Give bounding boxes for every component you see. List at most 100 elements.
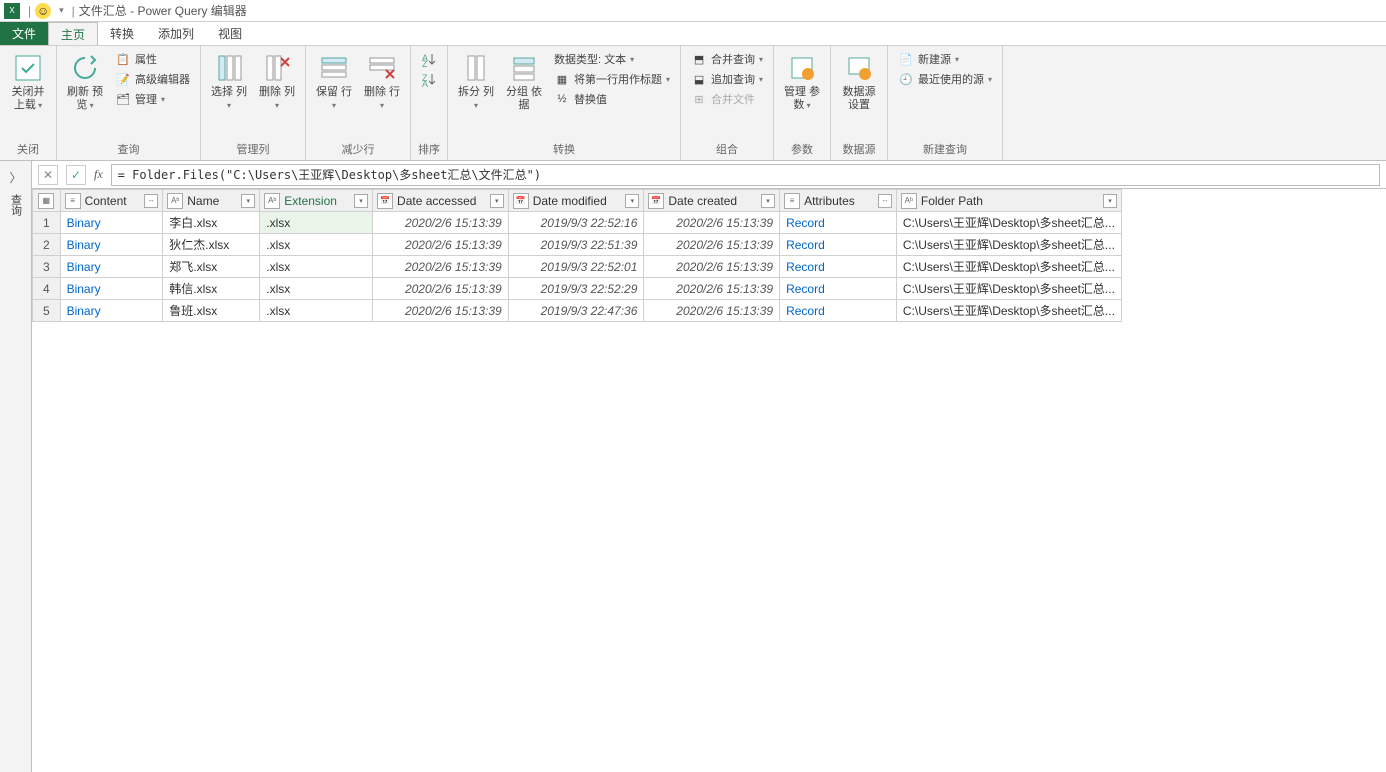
cell-folder-path[interactable]: C:\Users\王亚辉\Desktop\多sheet汇总... xyxy=(896,212,1121,234)
cell-date-modified[interactable]: 2019/9/3 22:52:01 xyxy=(508,256,644,278)
cell-folder-path[interactable]: C:\Users\王亚辉\Desktop\多sheet汇总... xyxy=(896,278,1121,300)
properties-button[interactable]: 📋属性 xyxy=(111,50,194,68)
filter-icon[interactable]: ▾ xyxy=(490,194,504,208)
advanced-editor-button[interactable]: 📝高级编辑器 xyxy=(111,70,194,88)
sort-desc-button[interactable]: ZA xyxy=(417,70,441,88)
datasource-settings-button[interactable]: 数据源 设置 xyxy=(837,50,881,114)
cell-date-modified[interactable]: 2019/9/3 22:51:39 xyxy=(508,234,644,256)
remove-columns-button[interactable]: 删除 列 xyxy=(255,50,299,114)
queries-pane-label[interactable]: 查询 xyxy=(8,194,24,216)
table-row[interactable]: 4Binary韩信.xlsx.xlsx2020/2/6 15:13:392019… xyxy=(33,278,1122,300)
cell-attributes[interactable]: Record xyxy=(780,300,897,322)
table-row[interactable]: 1Binary李白.xlsx.xlsx2020/2/6 15:13:392019… xyxy=(33,212,1122,234)
data-grid[interactable]: ▦ ≡Content↔ AᵇName▾ AᵇExtension▾ 📅Date a… xyxy=(32,189,1386,772)
cell-date-accessed[interactable]: 2020/2/6 15:13:39 xyxy=(373,212,509,234)
table-row[interactable]: 2Binary狄仁杰.xlsx.xlsx2020/2/6 15:13:39201… xyxy=(33,234,1122,256)
merge-queries-button[interactable]: ⬒合并查询 xyxy=(687,50,767,68)
cell-date-modified[interactable]: 2019/9/3 22:52:16 xyxy=(508,212,644,234)
cell-attributes[interactable]: Record xyxy=(780,234,897,256)
cell-date-created[interactable]: 2020/2/6 15:13:39 xyxy=(644,212,780,234)
replace-values-button[interactable]: ½替换值 xyxy=(550,90,674,108)
cell-extension[interactable]: .xlsx xyxy=(260,300,373,322)
corner-header[interactable]: ▦ xyxy=(33,190,61,212)
manage-parameters-button[interactable]: 管理 参数 xyxy=(780,50,824,114)
cell-attributes[interactable]: Record xyxy=(780,278,897,300)
tab-addcolumn[interactable]: 添加列 xyxy=(146,22,206,45)
row-number[interactable]: 1 xyxy=(33,212,61,234)
cell-date-accessed[interactable]: 2020/2/6 15:13:39 xyxy=(373,234,509,256)
expand-icon[interactable]: ↔ xyxy=(878,194,892,208)
row-number[interactable]: 2 xyxy=(33,234,61,256)
col-extension[interactable]: AᵇExtension▾ xyxy=(260,190,373,212)
close-load-button[interactable]: 关闭并 上载 xyxy=(6,50,50,114)
table-row[interactable]: 3Binary郑飞.xlsx.xlsx2020/2/6 15:13:392019… xyxy=(33,256,1122,278)
cell-date-accessed[interactable]: 2020/2/6 15:13:39 xyxy=(373,300,509,322)
filter-icon[interactable]: ▾ xyxy=(1103,194,1117,208)
cell-folder-path[interactable]: C:\Users\王亚辉\Desktop\多sheet汇总... xyxy=(896,256,1121,278)
cell-date-created[interactable]: 2020/2/6 15:13:39 xyxy=(644,278,780,300)
cell-extension[interactable]: .xlsx xyxy=(260,212,373,234)
cell-date-accessed[interactable]: 2020/2/6 15:13:39 xyxy=(373,278,509,300)
cell-name[interactable]: 李白.xlsx xyxy=(163,212,260,234)
cell-content[interactable]: Binary xyxy=(60,212,163,234)
manage-button[interactable]: 🗂管理 xyxy=(111,90,194,108)
group-by-button[interactable]: 分组 依据 xyxy=(502,50,546,114)
choose-columns-button[interactable]: 选择 列 xyxy=(207,50,251,114)
table-row[interactable]: 5Binary鲁班.xlsx.xlsx2020/2/6 15:13:392019… xyxy=(33,300,1122,322)
cell-name[interactable]: 韩信.xlsx xyxy=(163,278,260,300)
cell-date-accessed[interactable]: 2020/2/6 15:13:39 xyxy=(373,256,509,278)
col-name[interactable]: AᵇName▾ xyxy=(163,190,260,212)
cell-attributes[interactable]: Record xyxy=(780,212,897,234)
tab-home[interactable]: 主页 xyxy=(48,22,98,45)
tab-view[interactable]: 视图 xyxy=(206,22,254,45)
cell-extension[interactable]: .xlsx xyxy=(260,234,373,256)
split-column-button[interactable]: 拆分 列 xyxy=(454,50,498,114)
cell-date-modified[interactable]: 2019/9/3 22:52:29 xyxy=(508,278,644,300)
cell-content[interactable]: Binary xyxy=(60,256,163,278)
cell-attributes[interactable]: Record xyxy=(780,256,897,278)
col-folder-path[interactable]: AᵇFolder Path▾ xyxy=(896,190,1121,212)
row-number[interactable]: 3 xyxy=(33,256,61,278)
cell-date-created[interactable]: 2020/2/6 15:13:39 xyxy=(644,234,780,256)
smile-icon[interactable]: ☺ xyxy=(35,3,51,19)
refresh-preview-button[interactable]: 刷新 预览 xyxy=(63,50,107,114)
col-content[interactable]: ≡Content↔ xyxy=(60,190,163,212)
data-type-button[interactable]: 数据类型: 文本 xyxy=(550,50,674,68)
cell-extension[interactable]: .xlsx xyxy=(260,278,373,300)
cell-name[interactable]: 鲁班.xlsx xyxy=(163,300,260,322)
sort-asc-button[interactable]: AZ xyxy=(417,50,441,68)
col-attributes[interactable]: ≡Attributes↔ xyxy=(780,190,897,212)
cell-date-modified[interactable]: 2019/9/3 22:47:36 xyxy=(508,300,644,322)
row-number[interactable]: 5 xyxy=(33,300,61,322)
col-date-created[interactable]: 📅Date created▾ xyxy=(644,190,780,212)
recent-sources-button[interactable]: 🕘最近使用的源 xyxy=(894,70,996,88)
formula-input[interactable] xyxy=(111,164,1380,186)
cell-content[interactable]: Binary xyxy=(60,278,163,300)
cell-content[interactable]: Binary xyxy=(60,300,163,322)
col-date-modified[interactable]: 📅Date modified▾ xyxy=(508,190,644,212)
expand-queries-button[interactable]: 〉 xyxy=(9,169,21,186)
cell-folder-path[interactable]: C:\Users\王亚辉\Desktop\多sheet汇总... xyxy=(896,234,1121,256)
new-source-button[interactable]: 📄新建源 xyxy=(894,50,996,68)
filter-icon[interactable]: ▾ xyxy=(625,194,639,208)
first-row-headers-button[interactable]: ▦将第一行用作标题 xyxy=(550,70,674,88)
cell-name[interactable]: 狄仁杰.xlsx xyxy=(163,234,260,256)
remove-rows-button[interactable]: 删除 行 xyxy=(360,50,404,114)
cell-content[interactable]: Binary xyxy=(60,234,163,256)
filter-icon[interactable]: ▾ xyxy=(354,194,368,208)
cell-folder-path[interactable]: C:\Users\王亚辉\Desktop\多sheet汇总... xyxy=(896,300,1121,322)
filter-icon[interactable]: ▾ xyxy=(241,194,255,208)
cell-date-created[interactable]: 2020/2/6 15:13:39 xyxy=(644,300,780,322)
cancel-formula-button[interactable]: ✕ xyxy=(38,165,58,185)
confirm-formula-button[interactable]: ✓ xyxy=(66,165,86,185)
cell-date-created[interactable]: 2020/2/6 15:13:39 xyxy=(644,256,780,278)
row-number[interactable]: 4 xyxy=(33,278,61,300)
expand-icon[interactable]: ↔ xyxy=(144,194,158,208)
keep-rows-button[interactable]: 保留 行 xyxy=(312,50,356,114)
tab-file[interactable]: 文件 xyxy=(0,22,48,45)
qat-dropdown[interactable]: ▾ xyxy=(59,5,64,16)
tab-transform[interactable]: 转换 xyxy=(98,22,146,45)
cell-name[interactable]: 郑飞.xlsx xyxy=(163,256,260,278)
col-date-accessed[interactable]: 📅Date accessed▾ xyxy=(373,190,509,212)
append-queries-button[interactable]: ⬓追加查询 xyxy=(687,70,767,88)
